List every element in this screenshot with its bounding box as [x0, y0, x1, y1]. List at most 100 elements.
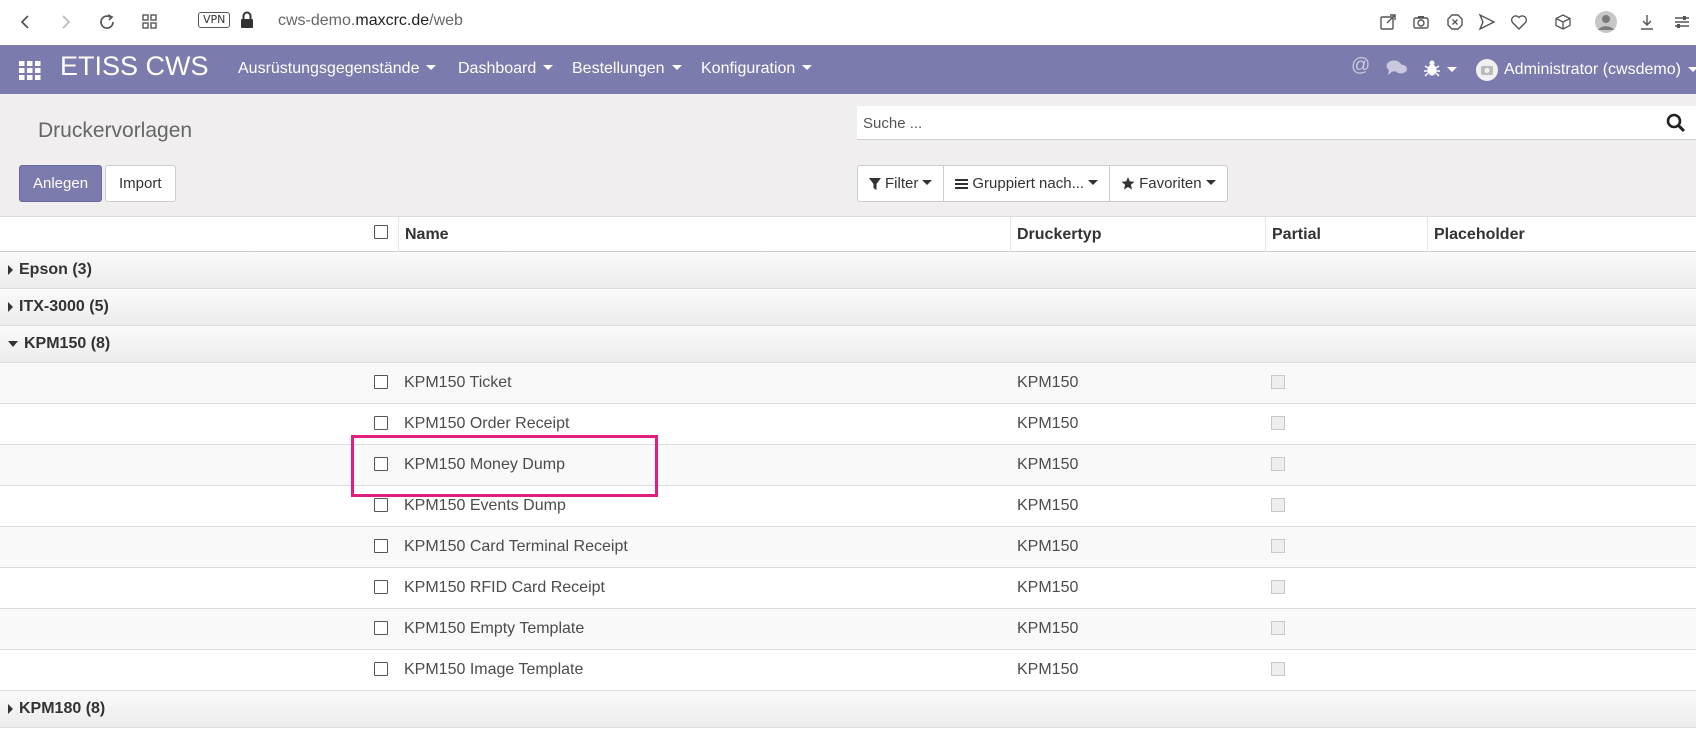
send-icon[interactable]: [1473, 8, 1501, 36]
group-label: KPM180 (8): [19, 700, 106, 717]
caret-down-icon: [426, 65, 437, 71]
group-by-button[interactable]: Gruppiert nach...: [943, 165, 1111, 202]
star-icon: [1121, 177, 1135, 190]
row-checkbox[interactable]: [374, 457, 388, 471]
row-checkbox[interactable]: [374, 621, 388, 635]
menu-label: Bestellungen: [572, 60, 665, 77]
at-mention-icon[interactable]: @: [1351, 55, 1370, 77]
column-header-placeholder[interactable]: Placeholder: [1427, 217, 1696, 252]
menu-equipment[interactable]: Ausrüstungsgegenstände: [238, 60, 437, 78]
partial-checkbox: [1271, 375, 1285, 389]
column-header-printer-type[interactable]: Druckertyp: [1010, 217, 1265, 252]
column-header-name[interactable]: Name: [398, 217, 1010, 252]
share-icon[interactable]: [1374, 8, 1402, 36]
caret-down-icon: [671, 65, 682, 71]
user-menu[interactable]: Administrator (cwsdemo): [1476, 59, 1696, 81]
cube-icon[interactable]: [1549, 8, 1577, 36]
cell-name: KPM150 Image Template: [404, 661, 584, 678]
caret-right-icon: [8, 302, 13, 312]
cell-printer-type: KPM150: [1017, 620, 1079, 637]
favorites-button[interactable]: Favoriten: [1109, 165, 1228, 202]
vpn-badge[interactable]: VPN: [198, 12, 231, 28]
cell-name: KPM150 Money Dump: [404, 456, 565, 473]
apps-grid-icon[interactable]: [18, 58, 42, 82]
cell-printer-type: KPM150: [1017, 415, 1079, 432]
caret-down-icon: [1205, 180, 1216, 185]
reload-icon[interactable]: [93, 8, 121, 36]
row-checkbox[interactable]: [374, 416, 388, 430]
table-header: Name Druckertyp Partial Placeholder: [0, 216, 1696, 252]
favorites-label: Favoriten: [1139, 175, 1202, 192]
camera-icon[interactable]: [1407, 8, 1435, 36]
search-input[interactable]: [863, 112, 1643, 134]
table-row[interactable]: KPM150 RFID Card Receipt KPM150: [0, 568, 1696, 609]
app-brand[interactable]: ETISS CWS: [60, 51, 209, 82]
select-all-checkbox[interactable]: [374, 225, 388, 239]
cell-printer-type: KPM150: [1017, 456, 1079, 473]
debug-caret-icon[interactable]: [1447, 67, 1457, 72]
filter-button[interactable]: Filter: [857, 165, 945, 202]
back-icon[interactable]: [11, 8, 39, 36]
adblock-icon[interactable]: [1441, 8, 1469, 36]
caret-down-icon: [8, 341, 18, 347]
menu-dashboard[interactable]: Dashboard: [458, 60, 554, 78]
group-row-epson[interactable]: Epson (3): [0, 252, 1696, 289]
table-row[interactable]: KPM150 Money Dump KPM150: [0, 445, 1696, 486]
cell-name: KPM150 Empty Template: [404, 620, 585, 637]
cell-printer-type: KPM150: [1017, 538, 1079, 555]
tabs-grid-icon[interactable]: [136, 8, 164, 36]
download-icon[interactable]: [1633, 8, 1661, 36]
caret-down-icon: [802, 65, 813, 71]
partial-checkbox: [1271, 662, 1285, 676]
forward-icon[interactable]: [52, 8, 80, 36]
row-checkbox[interactable]: [374, 375, 388, 389]
caret-down-icon: [543, 65, 554, 71]
address-bar[interactable]: cws-demo.maxcrc.de/web: [278, 12, 463, 30]
list-icon: [955, 178, 969, 189]
lock-icon[interactable]: [240, 11, 254, 34]
table-row[interactable]: KPM150 Image Template KPM150: [0, 650, 1696, 691]
partial-checkbox: [1271, 621, 1285, 635]
settings-sliders-icon[interactable]: [1668, 8, 1696, 36]
menu-configuration[interactable]: Konfiguration: [701, 60, 813, 78]
group-row-itx3000[interactable]: ITX-3000 (5): [0, 289, 1696, 326]
table-row[interactable]: KPM150 Card Terminal Receipt KPM150: [0, 527, 1696, 568]
group-label: Epson (3): [19, 261, 92, 278]
heart-icon[interactable]: [1505, 8, 1533, 36]
group-row-kpm180[interactable]: KPM180 (8): [0, 691, 1696, 728]
caret-down-icon: [1088, 180, 1099, 185]
row-checkbox[interactable]: [374, 498, 388, 512]
debug-bug-icon[interactable]: [1424, 59, 1440, 82]
partial-checkbox: [1271, 580, 1285, 594]
profile-icon[interactable]: [1592, 8, 1620, 36]
group-row-kpm150[interactable]: KPM150 (8): [0, 326, 1696, 363]
partial-checkbox: [1271, 457, 1285, 471]
partial-checkbox: [1271, 416, 1285, 430]
partial-checkbox: [1271, 539, 1285, 553]
search-icon[interactable]: [1666, 113, 1686, 138]
url-path: /web: [429, 12, 463, 29]
cell-name: KPM150 Card Terminal Receipt: [404, 538, 628, 555]
chat-icon[interactable]: [1386, 59, 1408, 82]
search-bar: [857, 106, 1696, 140]
menu-label: Ausrüstungsgegenstände: [238, 60, 420, 77]
search-options: Filter Gruppiert nach... Favoriten: [857, 165, 1228, 202]
import-button[interactable]: Import: [105, 165, 176, 202]
table-row[interactable]: KPM150 Order Receipt KPM150: [0, 404, 1696, 445]
filter-icon: [869, 177, 881, 190]
menu-orders[interactable]: Bestellungen: [572, 60, 682, 78]
menu-label: Dashboard: [458, 60, 537, 77]
user-name: Administrator (cwsdemo): [1504, 61, 1681, 78]
table-row[interactable]: KPM150 Ticket KPM150: [0, 363, 1696, 404]
table-row[interactable]: KPM150 Empty Template KPM150: [0, 609, 1696, 650]
cell-printer-type: KPM150: [1017, 661, 1079, 678]
group-by-label: Gruppiert nach...: [972, 175, 1085, 192]
list-view: Name Druckertyp Partial Placeholder Epso…: [0, 216, 1696, 728]
create-button[interactable]: Anlegen: [19, 165, 103, 202]
table-row[interactable]: KPM150 Events Dump KPM150: [0, 486, 1696, 527]
row-checkbox[interactable]: [374, 539, 388, 553]
caret-right-icon: [8, 704, 13, 714]
row-checkbox[interactable]: [374, 662, 388, 676]
row-checkbox[interactable]: [374, 580, 388, 594]
column-header-partial[interactable]: Partial: [1265, 217, 1427, 252]
